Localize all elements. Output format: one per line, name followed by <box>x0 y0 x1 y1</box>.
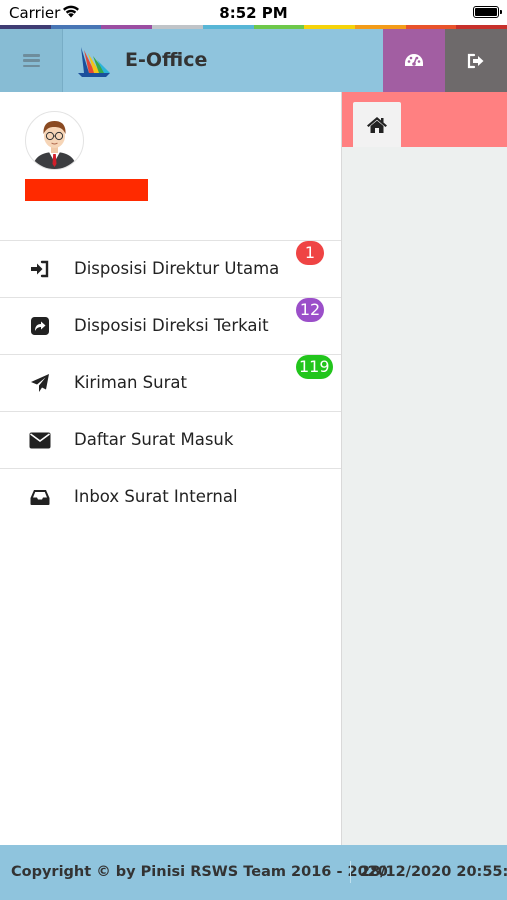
app-logo-icon <box>78 47 110 77</box>
sidebar-item-label: Disposisi Direksi Terkait <box>74 316 269 335</box>
status-bar: Carrier 8:52 PM <box>0 0 507 25</box>
footer-divider <box>350 861 351 883</box>
app-header: E-Office <box>0 29 507 92</box>
sidebar-item-label: Kiriman Surat <box>74 373 187 392</box>
sidebar-item-daftar-surat-masuk[interactable]: Daftar Surat Masuk <box>0 411 341 468</box>
hamburger-icon <box>22 54 40 67</box>
content-area <box>342 92 507 845</box>
menu-toggle-button[interactable] <box>0 29 63 92</box>
home-icon <box>367 116 387 133</box>
footer: Copyright © by Pinisi RSWS Team 2016 - 2… <box>0 845 507 900</box>
user-avatar-icon <box>32 121 77 169</box>
clock-time: 8:52 PM <box>219 4 288 22</box>
user-name <box>25 179 148 201</box>
share-square-icon <box>29 316 51 336</box>
inbox-icon <box>29 487 51 507</box>
tab-home[interactable] <box>353 102 401 147</box>
sidebar-menu: Disposisi Direktur Utama 1 Disposisi Dir… <box>0 240 341 525</box>
user-avatar[interactable] <box>25 111 84 170</box>
logout-button[interactable] <box>445 29 507 92</box>
sidebar: Disposisi Direktur Utama 1 Disposisi Dir… <box>0 92 342 845</box>
footer-datetime: 28/12/2020 20:55:33 <box>360 864 507 880</box>
sidebar-item-label: Daftar Surat Masuk <box>74 430 234 449</box>
dashboard-gauge-icon <box>405 53 423 66</box>
copyright-text: Copyright © by Pinisi RSWS Team 2016 - 2… <box>11 864 388 880</box>
dashboard-button[interactable] <box>383 29 445 92</box>
sign-in-icon <box>29 259 51 279</box>
sidebar-item-disposisi-direktur-utama[interactable]: Disposisi Direktur Utama 1 <box>0 240 341 297</box>
sidebar-item-label: Disposisi Direktur Utama <box>74 259 280 278</box>
battery-icon <box>473 6 502 18</box>
sidebar-item-label: Inbox Surat Internal <box>74 487 238 506</box>
tab-bar <box>342 92 507 147</box>
paper-plane-icon <box>29 373 51 393</box>
badge-count: 1 <box>296 241 324 265</box>
envelope-icon <box>29 430 51 450</box>
sign-out-icon <box>467 53 484 68</box>
app-title: E-Office <box>125 49 208 71</box>
sidebar-item-disposisi-direksi-terkait[interactable]: Disposisi Direksi Terkait 12 <box>0 297 341 354</box>
badge-count: 12 <box>296 298 324 322</box>
sidebar-item-inbox-surat-internal[interactable]: Inbox Surat Internal <box>0 468 341 525</box>
sidebar-item-kiriman-surat[interactable]: Kiriman Surat 119 <box>0 354 341 411</box>
badge-count: 119 <box>296 355 333 379</box>
